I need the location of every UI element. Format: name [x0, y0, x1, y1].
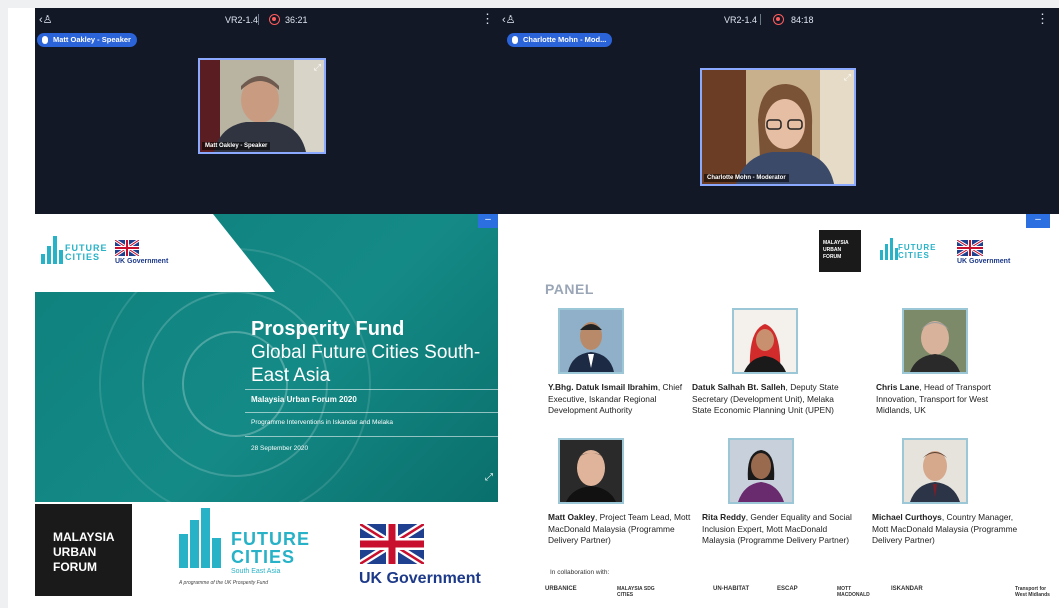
panelist-photo [558, 438, 624, 504]
malaysia-urban-forum-small-logo: MALAYSIA URBAN FORUM [819, 230, 861, 272]
panelist-name: Chris Lane [876, 382, 920, 392]
uk-flag-icon [957, 240, 983, 256]
panelist-photo [732, 308, 798, 374]
muf-line: MALAYSIA [53, 530, 115, 544]
speaker-pill-label: Charlotte Mohn - Mod... [523, 35, 607, 44]
presentation-slide-panel: – MALAYSIA URBAN FORUM FUTURE CITIES UK … [498, 214, 1059, 608]
room-label: VR2-1.4 [724, 15, 758, 25]
slide-programme: Programme Interventions in Iskandar and … [251, 419, 393, 426]
panelist-name: Matt Oakley [548, 512, 596, 522]
uk-government-label: UK Government [359, 570, 481, 587]
room-label: VR2-1.4 [225, 15, 259, 25]
timer: 36:21 [285, 15, 308, 25]
panelist-bio: Michael Curthoys, Country Manager, Mott … [872, 512, 1022, 547]
divider [258, 14, 259, 25]
partner-logo: MALAYSIA SDG CITIES [617, 586, 655, 598]
more-options-icon[interactable]: ⋮ [1036, 11, 1049, 27]
divider [245, 412, 498, 413]
right-toolbar: ‹♙ VR2-1.4 84:18 ⋮ [498, 8, 1059, 32]
video-pane-left: ‹♙ VR2-1.4 36:21 ⋮ Matt Oakley - Speaker… [35, 8, 498, 214]
panelist-photo [902, 438, 968, 504]
sponsor-logos: MALAYSIA URBAN FORUM FUTURE CITIES South… [35, 502, 498, 608]
presentation-slide-left: FUTURE CITIES UK Government – Prosperity… [35, 214, 498, 502]
mic-icon [42, 36, 48, 44]
slide-forum: Malaysia Urban Forum 2020 [251, 395, 357, 404]
fc-wordmark: FUTURE CITIES [65, 243, 108, 262]
malaysia-urban-forum-logo: MALAYSIA URBAN FORUM [35, 504, 132, 596]
panelist-name: Rita Reddy [702, 512, 746, 522]
speaker-pill[interactable]: Charlotte Mohn - Mod... [507, 33, 613, 47]
fc-wordmark: FUTURE CITIES [898, 243, 937, 260]
partner-logo: Transport for West Midlands [1015, 586, 1050, 598]
panelist-name: Michael Curthoys [872, 512, 942, 522]
partner-logo: MOTT MACDONALD [837, 586, 870, 598]
left-toolbar: ‹♙ VR2-1.4 36:21 ⋮ [35, 8, 498, 32]
video-pane-right: ‹♙ VR2-1.4 84:18 ⋮ Charlotte Mohn - Mod.… [498, 8, 1059, 214]
fc-tagline: A programme of the UK Prosperity Fund [179, 580, 269, 586]
more-options-icon[interactable]: ⋮ [481, 11, 494, 27]
speaker-pill[interactable]: Matt Oakley - Speaker [37, 33, 137, 47]
back-user-icon[interactable]: ‹♙ [39, 13, 53, 26]
participant-image [200, 60, 324, 152]
panelist-bio: Rita Reddy, Gender Equality and Social I… [702, 512, 852, 547]
future-cities-logo: FUTURE CITIES [880, 236, 940, 270]
participant-video-charlotte[interactable]: ⤢ Charlotte Mohn - Moderator [700, 68, 856, 186]
partner-logo: ISKANDAR [891, 586, 923, 592]
partner-logos: URBANICE MALAYSIA SDG CITIES UN-HABITAT … [545, 582, 1059, 606]
partner-logo: URBANICE [545, 586, 577, 592]
timer: 84:18 [791, 15, 814, 25]
uk-government-label: UK Government [957, 258, 1011, 265]
video-caption: Charlotte Mohn - Moderator [704, 174, 789, 182]
minimize-button[interactable]: – [478, 214, 498, 228]
panel-title: PANEL [545, 281, 594, 297]
fc-subtitle: South East Asia [231, 568, 281, 575]
panelist-photo [558, 308, 624, 374]
mic-icon [512, 36, 518, 44]
participant-video-matt[interactable]: ⤢ Matt Oakley - Speaker [198, 58, 326, 154]
expand-icon[interactable]: ⤢ [485, 472, 493, 483]
future-cities-logo: FUTURE CITIES [41, 234, 111, 274]
panelist-name: Y.Bhg. Datuk Ismail Ibrahim [548, 382, 658, 392]
muf-line: URBAN [53, 545, 97, 559]
slide-title: Prosperity Fund [251, 318, 405, 340]
divider [245, 436, 498, 437]
uk-flag-icon [360, 524, 424, 564]
partner-logo: UN-HABITAT [713, 586, 750, 592]
divider [245, 389, 498, 390]
partner-logo: ESCAP [777, 586, 798, 592]
muf-line: FORUM [53, 560, 97, 574]
panelist-photo [728, 438, 794, 504]
screen-frame: ‹♙ VR2-1.4 36:21 ⋮ Matt Oakley - Speaker… [8, 8, 1059, 608]
speaker-pill-label: Matt Oakley - Speaker [53, 35, 131, 44]
collaboration-label: In collaboration with: [550, 569, 610, 576]
expand-icon[interactable]: ⤢ [844, 72, 851, 83]
slide-subtitle: Global Future Cities South-East Asia [251, 342, 481, 386]
participant-image [702, 70, 854, 184]
divider [760, 14, 761, 25]
back-user-icon[interactable]: ‹♙ [502, 13, 516, 26]
panelist-bio: Datuk Salhah Bt. Salleh, Deputy State Se… [692, 382, 848, 417]
uk-government-label: UK Government [115, 258, 169, 265]
panelist-name: Datuk Salhah Bt. Salleh [692, 382, 786, 392]
future-cities-logo: FUTURE CITIES South East Asia A programm… [179, 508, 319, 586]
record-icon [269, 14, 280, 25]
video-caption: Matt Oakley - Speaker [202, 142, 271, 150]
panelist-bio: Matt Oakley, Project Team Lead, Mott Mac… [548, 512, 696, 547]
fc-wordmark: FUTURE CITIES [231, 529, 310, 567]
expand-icon[interactable]: ⤢ [314, 62, 321, 73]
panelist-photo [902, 308, 968, 374]
slide-date: 28 September 2020 [251, 445, 309, 452]
panelist-bio: Y.Bhg. Datuk Ismail Ibrahim, Chief Execu… [548, 382, 696, 417]
record-icon [773, 14, 784, 25]
uk-flag-icon [115, 240, 139, 256]
panelist-bio: Chris Lane, Head of Transport Innovation… [876, 382, 1026, 417]
minimize-button[interactable]: – [1026, 214, 1050, 228]
